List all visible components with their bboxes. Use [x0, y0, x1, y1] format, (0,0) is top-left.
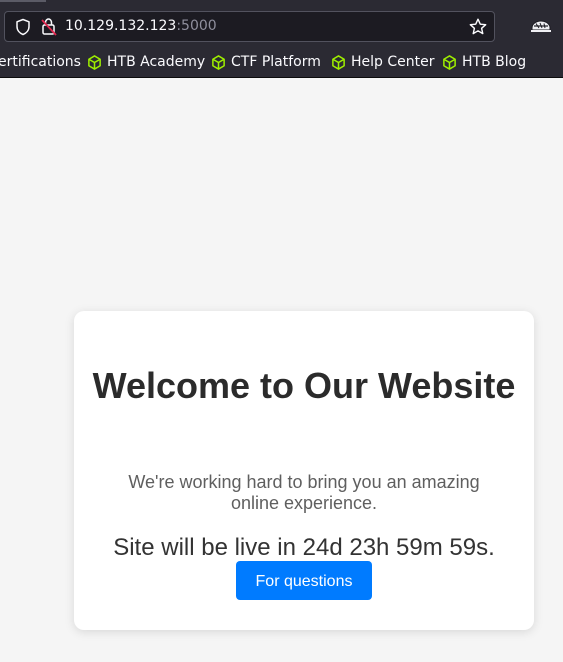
- hackthebox-cube-icon: [212, 54, 225, 70]
- bookmark-htb-academy[interactable]: HTB Academy: [87, 50, 205, 74]
- browser-toolbar: 10.129.132.123:5000 ertifications HTB Ac…: [0, 0, 563, 78]
- insecure-lock-icon[interactable]: [40, 17, 58, 37]
- hackthebox-cube-icon: [443, 54, 456, 70]
- url-host: 10.129.132.123: [65, 18, 177, 34]
- bookmark-label: HTB Academy: [107, 54, 206, 70]
- countdown-text: Site will be live in 24d 23h 59m 59s.: [113, 534, 495, 561]
- bookmark-label: HTB Blog: [462, 54, 527, 70]
- extension-icon[interactable]: [530, 16, 552, 36]
- shield-icon[interactable]: [14, 18, 32, 36]
- bookmark-htb-blog[interactable]: HTB Blog: [442, 50, 526, 74]
- url-bar[interactable]: 10.129.132.123:5000: [4, 11, 495, 42]
- bookmark-certifications[interactable]: ertifications: [0, 50, 81, 74]
- url-text[interactable]: 10.129.132.123:5000: [65, 18, 217, 34]
- page-title: Welcome to Our Website: [92, 365, 516, 406]
- bookmark-help-center[interactable]: Help Center: [331, 50, 435, 74]
- bookmark-label: Help Center: [351, 54, 435, 70]
- hackthebox-cube-icon: [88, 54, 101, 70]
- bookmark-label: CTF Platform: [231, 54, 321, 70]
- hackthebox-cube-icon: [332, 54, 345, 70]
- bookmark-star-icon[interactable]: [468, 17, 488, 37]
- bookmarks-toolbar: ertifications HTB Academy CTF Platform H…: [0, 50, 563, 76]
- active-tab-indicator: [0, 0, 46, 2]
- questions-button[interactable]: For questions: [236, 561, 372, 600]
- url-port: :5000: [176, 18, 217, 34]
- bookmark-ctf-platform[interactable]: CTF Platform: [211, 50, 321, 74]
- bookmark-label: ertifications: [0, 54, 81, 70]
- tagline-text: We're working hard to bring you an amazi…: [128, 472, 480, 513]
- coming-soon-card: Welcome to Our Website We're working har…: [74, 311, 534, 630]
